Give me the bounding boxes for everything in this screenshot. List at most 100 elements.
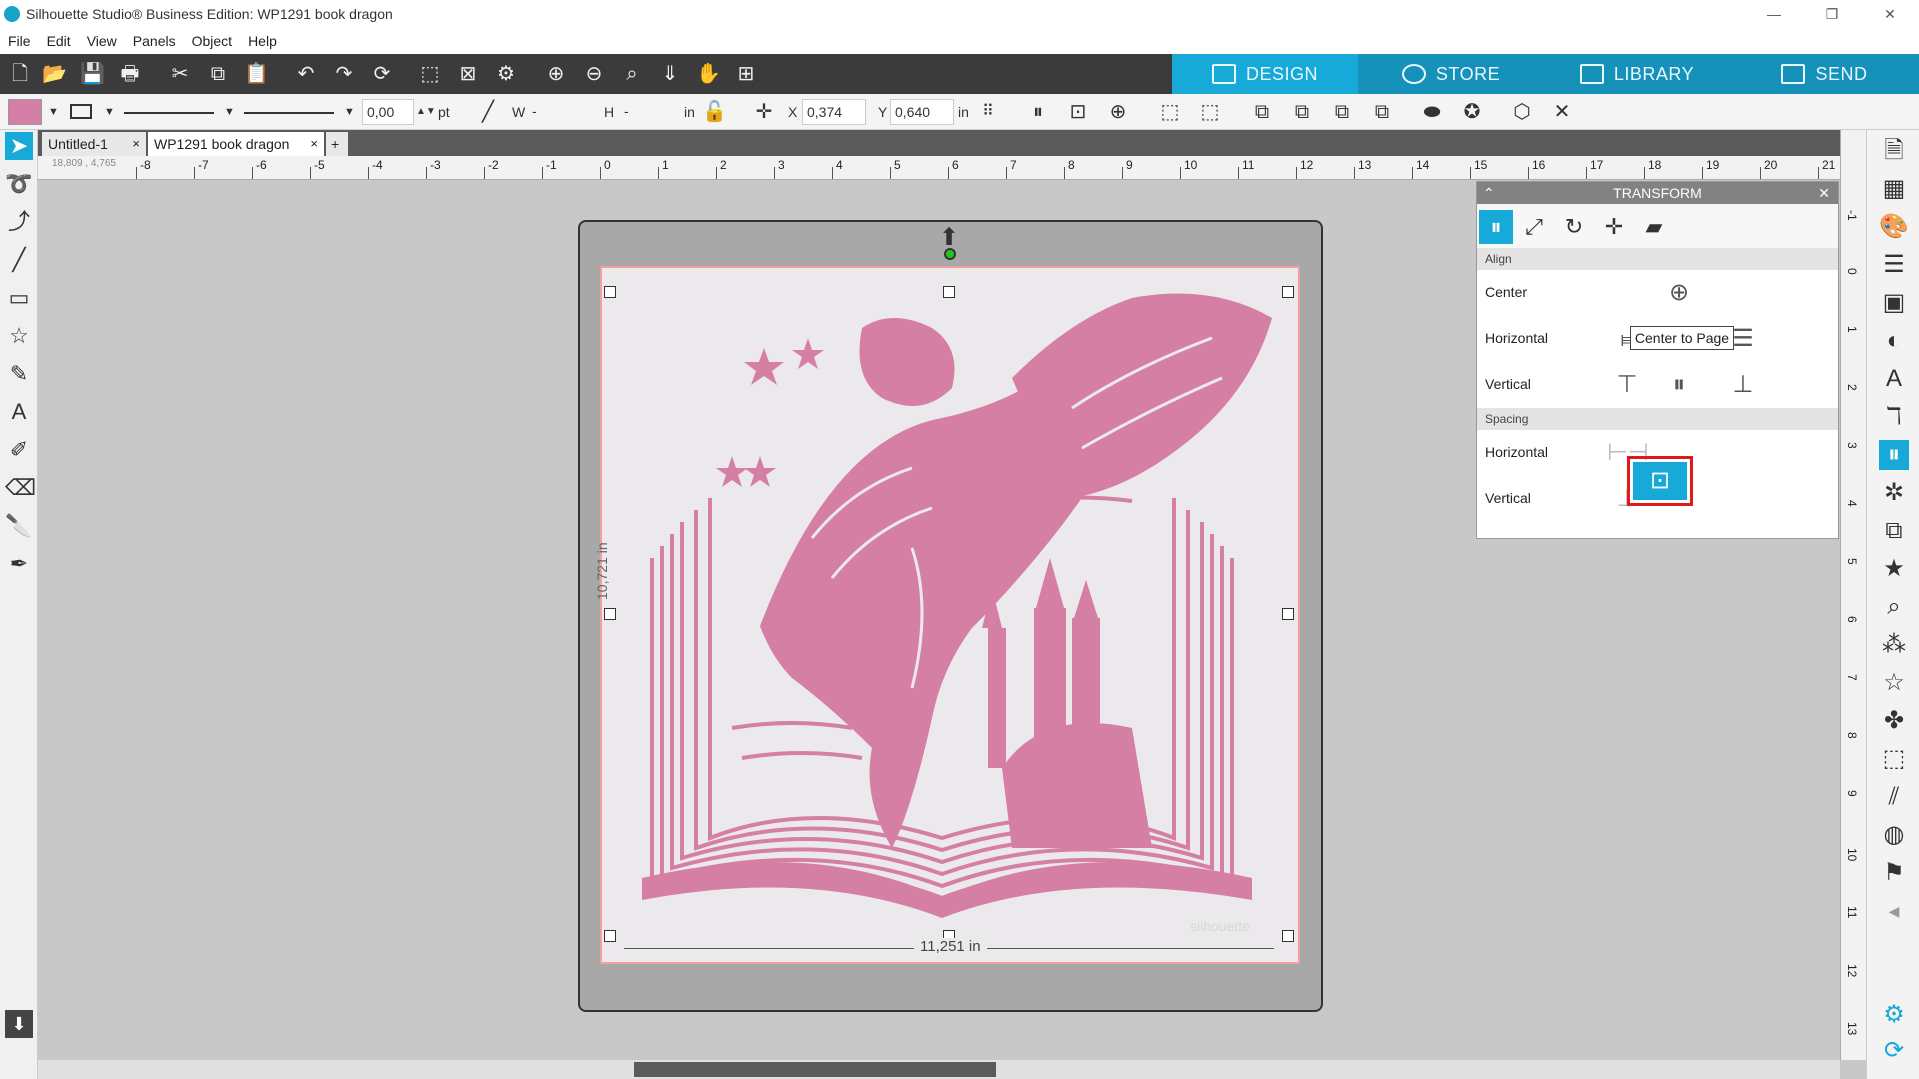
nesting-panel-icon[interactable]: ⫽ <box>1879 782 1909 812</box>
rectangle-tool-icon[interactable]: ▭ <box>5 284 33 312</box>
weld-icon[interactable]: ⬬ <box>1420 100 1444 124</box>
tab-rotate-icon[interactable]: ↻ <box>1557 210 1591 244</box>
refresh-icon[interactable]: ⟳ <box>370 62 394 86</box>
text-to-path-icon[interactable]: ℸ <box>1879 402 1909 432</box>
doc-tab-book-dragon[interactable]: WP1291 book dragon × <box>148 132 324 156</box>
zoom-in-icon[interactable]: ⊕ <box>544 62 568 86</box>
zoom-page-icon[interactable]: ⇓ <box>658 62 682 86</box>
layers-panel-icon[interactable]: ⬚ <box>1879 744 1909 774</box>
fill-panel-icon[interactable]: 🎨 <box>1879 212 1909 242</box>
eraser-tool-icon[interactable]: ⌫ <box>5 474 36 502</box>
selection-handle[interactable] <box>1282 286 1294 298</box>
move-position-icon[interactable]: ✛ <box>752 100 776 124</box>
stroke-weight-stepper[interactable]: ▲▼ <box>416 100 436 124</box>
doc-tab-untitled[interactable]: Untitled-1 × <box>42 132 146 156</box>
collapse-panel-icon[interactable]: ⌃ <box>1483 182 1495 204</box>
close-tab-icon[interactable]: × <box>132 132 140 156</box>
close-button[interactable]: ✕ <box>1861 0 1919 28</box>
align-bottom-icon[interactable]: ⊥ <box>1723 368 1763 402</box>
select-all-icon[interactable]: ⬚ <box>418 62 442 86</box>
bezier-tool-icon[interactable]: ⤴ <box>5 208 33 236</box>
lasso-tool-icon[interactable]: ➰ <box>5 170 33 198</box>
copy-icon[interactable]: ⧉ <box>206 62 230 86</box>
height-field[interactable]: - <box>620 99 684 125</box>
line-weight-preview[interactable] <box>244 112 334 114</box>
new-document-icon[interactable]: 🗋 <box>8 62 32 86</box>
menu-object[interactable]: Object <box>192 33 232 49</box>
line-tool-icon[interactable]: ╱ <box>476 100 500 124</box>
selection-handle[interactable] <box>604 286 616 298</box>
send-to-back-icon[interactable]: ⧉ <box>1370 100 1394 124</box>
knife-tool-icon[interactable]: 🔪 <box>5 512 33 540</box>
pixscan-icon[interactable]: ▦ <box>1879 174 1909 204</box>
selection-handle[interactable] <box>1282 608 1294 620</box>
selection-handle[interactable] <box>604 608 616 620</box>
3d-box-icon[interactable]: ⬡ <box>1510 100 1534 124</box>
line-style-panel-icon[interactable]: ☰ <box>1879 250 1909 280</box>
tab-move-icon[interactable]: ✛ <box>1597 210 1631 244</box>
tab-store[interactable]: STORE <box>1358 54 1544 94</box>
select-by-color-icon[interactable]: ⚙ <box>494 62 518 86</box>
center-target-icon[interactable]: ⊕ <box>1106 100 1130 124</box>
selection-handle[interactable] <box>604 930 616 942</box>
bring-forward-icon[interactable]: ⧉ <box>1250 100 1274 124</box>
menu-edit[interactable]: Edit <box>47 33 71 49</box>
save-icon[interactable]: 💾 <box>80 62 105 86</box>
select-tool-arrow-icon[interactable]: ➤ <box>5 132 33 160</box>
stroke-style-icon[interactable] <box>70 104 92 119</box>
restore-button[interactable]: ❐ <box>1803 0 1861 28</box>
page-setup-icon[interactable]: 🗎 <box>1879 136 1909 166</box>
undo-icon[interactable]: ↶ <box>294 62 318 86</box>
width-field[interactable]: - <box>528 99 592 125</box>
offset-star-icon[interactable]: ✪ <box>1460 100 1484 124</box>
new-tab-button[interactable]: + <box>326 132 348 156</box>
transform-panel-icon[interactable]: ⏸ <box>1879 440 1909 470</box>
minimize-button[interactable]: — <box>1745 0 1803 28</box>
zoom-fit-icon[interactable]: ⌕ <box>620 62 644 86</box>
deselect-icon[interactable]: ⊠ <box>456 62 480 86</box>
print-icon[interactable]: 🖶 <box>118 62 142 86</box>
line-weight-dropdown-arrow-icon[interactable]: ▼ <box>344 100 355 124</box>
stroke-dropdown-arrow-icon[interactable]: ▼ <box>104 100 115 124</box>
reference-point-grid-icon[interactable]: ⠿ <box>976 100 1000 124</box>
knife-edit-icon[interactable]: ✐ <box>5 436 33 464</box>
redo-icon[interactable]: ↷ <box>332 62 356 86</box>
align-center-icon[interactable]: ⏸ <box>1026 100 1050 124</box>
open-icon[interactable]: 📂 <box>42 62 67 86</box>
contrast-panel-icon[interactable]: ◐ <box>1879 326 1909 356</box>
center-to-page-button[interactable]: ⊡ <box>1627 456 1693 506</box>
modify-panel-icon[interactable]: ⧉ <box>1879 516 1909 546</box>
selection-handle[interactable] <box>943 286 955 298</box>
line-tool-icon[interactable]: ╱ <box>5 246 33 274</box>
replicate-panel-icon[interactable]: ✲ <box>1879 478 1909 508</box>
menu-panels[interactable]: Panels <box>133 33 176 49</box>
text-tool-icon[interactable]: A <box>5 398 33 426</box>
close-tab-icon[interactable]: × <box>310 132 318 156</box>
eyedropper-tool-icon[interactable]: ✒ <box>5 550 33 578</box>
bring-to-front-icon[interactable]: ⧉ <box>1330 100 1354 124</box>
menu-view[interactable]: View <box>87 33 117 49</box>
sync-icon[interactable]: ⟳ <box>1879 1036 1909 1066</box>
horizontal-scrollbar-thumb[interactable] <box>634 1062 996 1077</box>
x-position-field[interactable]: 0,374 <box>802 99 866 125</box>
library-panel-icon[interactable]: ⚑ <box>1879 858 1909 888</box>
line-style-dropdown-arrow-icon[interactable]: ▼ <box>224 100 235 124</box>
zoom-out-icon[interactable]: ⊖ <box>582 62 606 86</box>
align-middle-icon[interactable]: ⏸ <box>1659 368 1699 402</box>
tab-scale-icon[interactable]: ⤢ <box>1517 210 1551 244</box>
pan-hand-icon[interactable]: ✋ <box>696 62 721 86</box>
tab-shear-icon[interactable]: ▰ <box>1637 210 1671 244</box>
lock-aspect-icon[interactable]: 🔓 <box>702 100 727 124</box>
text-panel-icon[interactable]: A <box>1879 364 1909 394</box>
image-panel-icon[interactable]: ▣ <box>1879 288 1909 318</box>
center-to-page-icon[interactable]: ⊡ <box>1066 100 1090 124</box>
selection-handle[interactable] <box>1282 930 1294 942</box>
center-target-icon[interactable]: ⊕ <box>1659 276 1699 310</box>
group-icon[interactable]: ⬚ <box>1158 100 1182 124</box>
star-tool-icon[interactable]: ☆ <box>5 322 33 350</box>
expand-panel-arrow-icon[interactable]: ◀ <box>1879 896 1909 926</box>
library-drawer-icon[interactable]: ⬇ <box>5 1010 33 1038</box>
ungroup-icon[interactable]: ⬚ <box>1198 100 1222 124</box>
menu-help[interactable]: Help <box>248 33 277 49</box>
tab-send[interactable]: SEND <box>1730 54 1919 94</box>
